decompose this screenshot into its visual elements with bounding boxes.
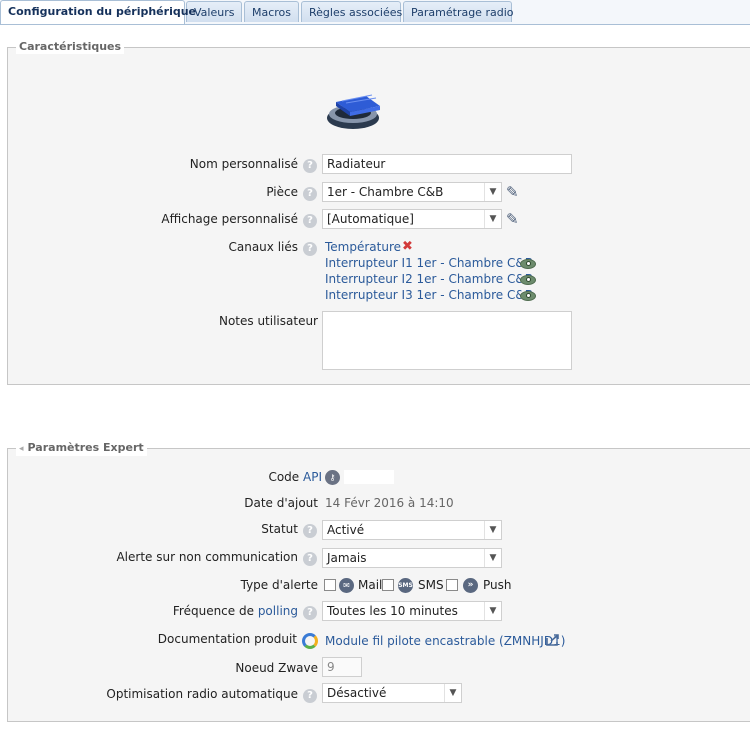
push-label: Push xyxy=(483,578,512,592)
chevron-down-icon: ▼ xyxy=(484,183,501,201)
tab-label: Valeurs xyxy=(194,6,235,19)
chevron-down-icon: ▼ xyxy=(444,684,461,702)
help-icon[interactable]: ? xyxy=(303,214,317,228)
notes-label: Notes utilisateur xyxy=(218,314,318,328)
notes-textarea[interactable] xyxy=(322,311,572,370)
tab-label: Règles associées xyxy=(309,6,403,19)
nom-input[interactable] xyxy=(322,154,572,174)
noeud-label: Noeud Zwave xyxy=(235,661,318,675)
nom-label: Nom personnalisé xyxy=(189,157,298,171)
help-icon[interactable]: ? xyxy=(303,606,317,620)
tab-regles[interactable]: Règles associées xyxy=(301,1,403,22)
eye-icon[interactable] xyxy=(520,275,536,285)
help-icon[interactable]: ? xyxy=(303,524,317,538)
doc-link[interactable]: Module fil pilote encastrable (ZMNHJD1) xyxy=(325,634,565,648)
canal-link-i1[interactable]: Interrupteur I1 1er - Chambre C&B xyxy=(325,256,533,270)
help-icon[interactable]: ? xyxy=(303,187,317,201)
help-icon[interactable]: ? xyxy=(303,242,317,256)
documentation-icon xyxy=(302,633,318,649)
date-label: Date d'ajout xyxy=(244,496,318,510)
help-icon[interactable]: ? xyxy=(303,159,317,173)
tab-bar: Configuration du périphérique Valeurs Ma… xyxy=(0,0,750,25)
frequence-label-text: Fréquence de xyxy=(172,604,254,618)
expert-legend: ◂ Paramètres Expert xyxy=(16,441,147,456)
alerte-label: Alerte sur non communication xyxy=(116,550,298,564)
canaux-label: Canaux liés xyxy=(228,240,298,254)
doc-label: Documentation produit xyxy=(157,632,297,646)
help-icon[interactable]: ? xyxy=(303,552,317,566)
chevron-down-icon: ▼ xyxy=(484,549,501,567)
tab-label: Configuration du périphérique xyxy=(8,5,197,18)
device-image xyxy=(327,94,380,129)
frequence-value: Toutes les 10 minutes xyxy=(327,604,458,618)
unlink-icon[interactable]: ✖ xyxy=(402,240,418,253)
optim-value: Désactivé xyxy=(327,686,387,700)
tab-macros[interactable]: Macros xyxy=(244,1,299,22)
code-label-text: Code xyxy=(268,470,300,484)
affichage-label: Affichage personnalisé xyxy=(161,212,298,226)
pencil-icon[interactable]: ✎ xyxy=(506,184,522,200)
mail-icon: ✉ xyxy=(339,578,354,593)
piece-value: 1er - Chambre C&B xyxy=(327,185,444,199)
caracteristiques-legend: Caractéristiques xyxy=(16,40,125,54)
api-link[interactable]: API xyxy=(303,470,322,484)
canal-link-i3[interactable]: Interrupteur I3 1er - Chambre C&B xyxy=(325,288,533,302)
affichage-select[interactable]: [Automatique] ▼ xyxy=(322,209,502,229)
optim-label: Optimisation radio automatique xyxy=(106,687,298,701)
sms-checkbox[interactable] xyxy=(382,579,394,591)
piece-label: Pièce xyxy=(266,185,298,199)
polling-link[interactable]: polling xyxy=(258,604,298,618)
frequence-select[interactable]: Toutes les 10 minutes ▼ xyxy=(322,601,502,621)
tab-parametrage-radio[interactable]: Paramétrage radio xyxy=(403,1,514,22)
tab-label: Paramétrage radio xyxy=(411,6,514,19)
push-checkbox[interactable] xyxy=(446,579,458,591)
sms-label: SMS xyxy=(418,578,444,592)
tab-configuration[interactable]: Configuration du périphérique xyxy=(0,0,196,24)
type-alerte-label: Type d'alerte xyxy=(240,578,318,592)
date-value: 14 Févr 2016 à 14:10 xyxy=(325,496,454,510)
help-icon[interactable]: ? xyxy=(303,689,317,703)
collapse-icon[interactable]: ◂ xyxy=(19,444,24,454)
alerte-value: Jamais xyxy=(327,551,367,565)
optim-select[interactable]: Désactivé ▼ xyxy=(322,683,462,703)
key-icon[interactable]: ⚷ xyxy=(325,470,340,485)
statut-select[interactable]: Activé ▼ xyxy=(322,520,502,540)
eye-icon[interactable] xyxy=(520,291,536,301)
piece-select[interactable]: 1er - Chambre C&B ▼ xyxy=(322,182,502,202)
external-link-icon[interactable] xyxy=(545,633,561,647)
push-icon: » xyxy=(463,578,478,593)
noeud-input xyxy=(322,657,362,677)
tab-label: Macros xyxy=(252,6,292,19)
expert-legend-text: Paramètres Expert xyxy=(27,441,144,454)
chevron-down-icon: ▼ xyxy=(484,521,501,539)
statut-label: Statut xyxy=(261,522,298,536)
chevron-down-icon: ▼ xyxy=(484,210,501,228)
mail-checkbox[interactable] xyxy=(324,579,336,591)
pencil-icon[interactable]: ✎ xyxy=(506,211,522,227)
alerte-select[interactable]: Jamais ▼ xyxy=(322,548,502,568)
eye-icon[interactable] xyxy=(520,259,536,269)
frequence-label: Fréquence de polling xyxy=(173,604,298,618)
statut-value: Activé xyxy=(327,523,365,537)
redacted-code xyxy=(344,470,394,484)
mail-label: Mail xyxy=(358,578,383,592)
sms-icon: SMS xyxy=(398,578,413,593)
affichage-value: [Automatique] xyxy=(327,212,414,226)
code-label: Code API xyxy=(268,470,322,484)
canal-link-temperature[interactable]: Température xyxy=(325,240,401,254)
chevron-down-icon: ▼ xyxy=(484,602,501,620)
canal-link-i2[interactable]: Interrupteur I2 1er - Chambre C&B xyxy=(325,272,533,286)
